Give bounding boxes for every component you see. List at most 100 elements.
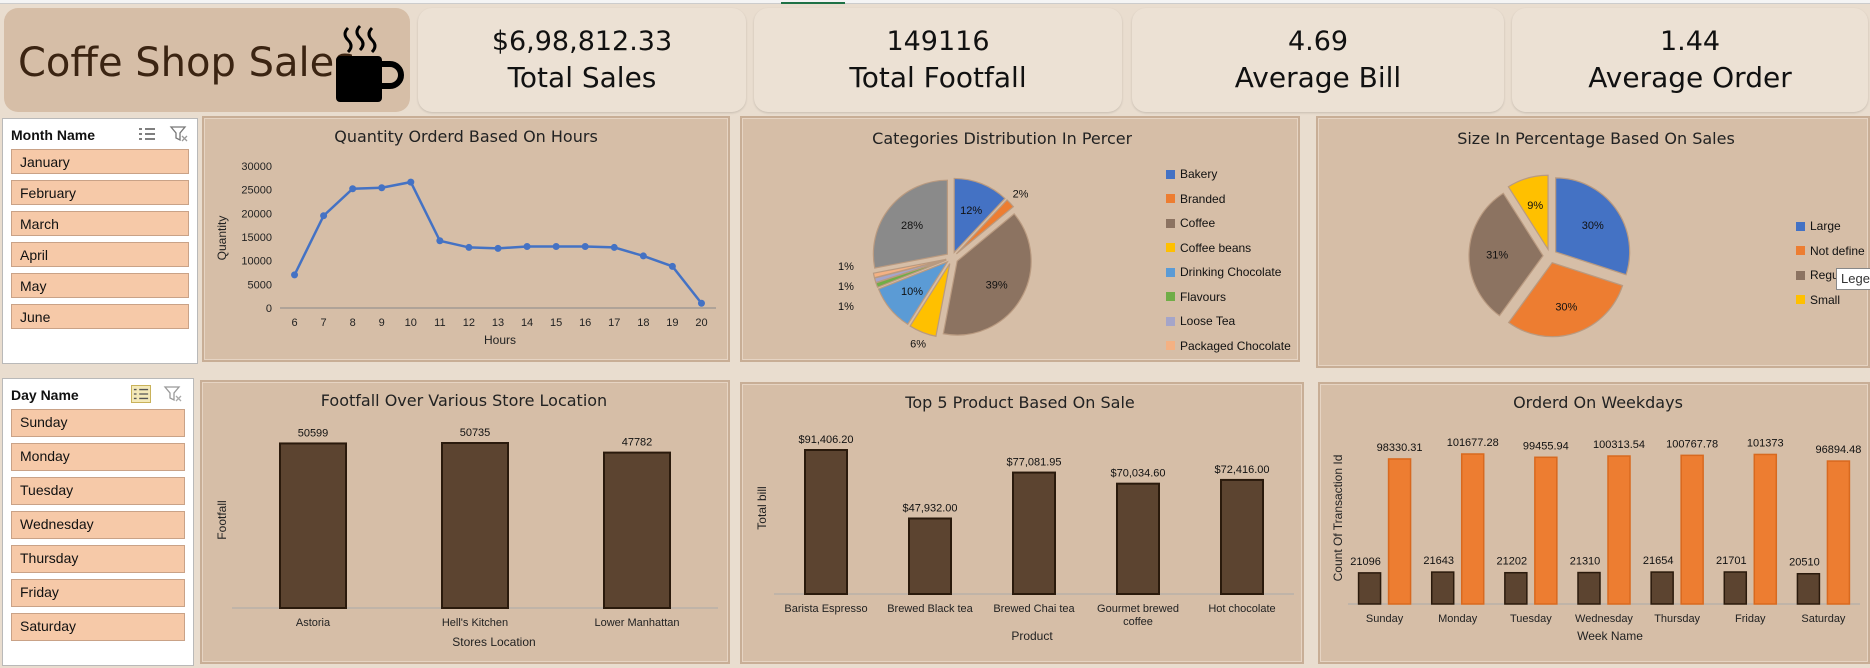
series-line [293,180,703,305]
x-tick-label: coffee [1123,616,1153,628]
bar-data-label: $72,416.00 [1214,464,1269,476]
pie-data-label: 9% [1527,200,1543,212]
legend-swatch [1166,292,1175,302]
data-point [581,242,589,250]
chart-weekday-orders[interactable]: Orderd On Weekdays 21096 98330.31 Sunday 216… [1318,382,1870,664]
slicer-item-monday[interactable]: Monday [11,443,185,471]
pie-data-label: 1% [838,281,854,293]
slicer-item-sunday[interactable]: Sunday [11,409,185,437]
pie-data-label: 1% [838,261,854,273]
pie-data-label: 30% [1555,301,1577,313]
legend-swatch [1166,169,1175,179]
x-tick-label: 18 [637,317,649,329]
x-tick-label: Gourmet brewed [1097,603,1179,615]
x-tick-label: Thursday [1654,613,1700,625]
slicer-item-june[interactable]: June [11,304,189,329]
bar-data-label: 100313.54 [1593,439,1645,451]
kpi-total-footfall: 149116 Total Footfall [754,8,1122,112]
kpi-value: 149116 [886,26,990,57]
day-slicer-title: Day Name [11,387,79,403]
coffee-cup-icon [336,24,404,102]
slicer-item-wednesday[interactable]: Wednesday [11,511,185,539]
data-point [436,237,444,245]
chart-size-distribution[interactable]: Size In Percentage Based On Sales 30% 30% 3… [1316,116,1870,368]
legend-label: Regu [1810,268,1839,283]
clear-filter-icon[interactable] [163,385,183,403]
legend-label: Flavours [1180,289,1227,304]
y-tick-label: 30000 [241,161,272,173]
legend-swatch [1166,341,1175,351]
chart-category-distribution[interactable]: Categories Distribution In Percentage 12%… [740,116,1300,362]
slicer-item-march[interactable]: March [11,211,189,236]
multi-select-icon[interactable] [137,125,157,143]
slicer-item-january[interactable]: January [11,149,189,174]
legend-entry: Coffee beans [1166,236,1291,261]
chart-store-footfall[interactable]: Footfall Over Various Store Location 5059… [200,380,730,664]
legend-entry: Small [1796,288,1865,313]
bar-data-label: 50735 [460,427,491,439]
legend-label: Drinking Chocolate [1180,265,1282,280]
pie-data-label: 12% [960,205,982,217]
slicer-item-saturday[interactable]: Saturday [11,613,185,641]
legend-label: Coffee [1180,216,1216,231]
data-point [639,252,647,260]
slicer-item-tuesday[interactable]: Tuesday [11,477,185,505]
bar [279,442,347,610]
slicer-item-april[interactable]: April [11,242,189,267]
legend-swatch [1166,267,1175,277]
legend-swatch [1796,270,1805,280]
bar [1607,455,1631,605]
bar [908,517,952,595]
slicer-item-thursday[interactable]: Thursday [11,545,185,573]
bar [1430,571,1455,605]
slicer-item-friday[interactable]: Friday [11,579,185,607]
legend-swatch [1166,218,1175,228]
x-tick-label: 6 [291,317,297,329]
day-slicer: Day Name Sunday Monday Tuesday Wednesday… [2,378,194,666]
y-tick-label: 10000 [241,256,272,268]
x-tick-label: 19 [666,317,678,329]
weekday-orders-svg: Orderd On Weekdays 21096 98330.31 Sunday 216… [1331,393,1861,643]
x-axis-title: Hours [484,333,516,347]
legend-entry: Branded [1166,187,1291,212]
bar-data-label: 21310 [1570,556,1601,568]
chart-title: Categories Distribution In Percentage [872,129,1132,148]
x-tick-label: Wednesday [1575,613,1633,625]
kpi-total-sales: $6,98,812.33 Total Sales [418,8,746,112]
data-point [320,212,328,220]
bar [1504,571,1528,605]
kpi-label: Average Order [1588,61,1792,94]
legend-label: Coffee beans [1180,240,1252,255]
pie-data-label: 2% [1013,189,1029,201]
legend-swatch [1166,243,1175,253]
multi-select-icon[interactable] [131,385,151,403]
active-cell-indicator [781,0,845,4]
bar-data-label: 98330.31 [1377,442,1423,454]
pie-data-label: 31% [1486,249,1508,261]
bar-data-label: 21701 [1716,555,1747,567]
chart-title: Size In Percentage Based On Sales [1457,129,1735,148]
x-tick-label: Friday [1735,613,1766,625]
bar-data-label: 21202 [1497,556,1528,568]
legend-tooltip: Legend [1836,268,1870,290]
bar [1753,453,1778,605]
legend-swatch [1166,316,1175,326]
y-axis-title: Total bill [755,486,769,529]
category-pie-svg: Categories Distribution In Percentage 12%… [838,129,1132,351]
data-point [494,244,502,252]
x-tick-label: 9 [379,317,385,329]
kpi-label: Total Footfall [849,61,1027,94]
slicer-item-february[interactable]: February [11,180,189,205]
x-tick-label: Monday [1438,613,1478,625]
bar [1534,456,1558,605]
x-tick-label: 12 [463,317,475,329]
x-tick-label: Barista Espresso [784,603,867,615]
legend-entry: Drinking Chocolate [1166,260,1291,285]
chart-hourly-quantity[interactable]: Quantity Orderd Based On Hours 0 5000 10000… [202,116,730,362]
pie-data-label: 30% [1582,220,1604,232]
clear-filter-icon[interactable] [169,125,189,143]
chart-top-products[interactable]: Top 5 Product Based On Sale $91,406.20 Bar… [740,382,1304,664]
bar [1012,471,1056,595]
slicer-item-may[interactable]: May [11,273,189,298]
bar [441,442,509,609]
